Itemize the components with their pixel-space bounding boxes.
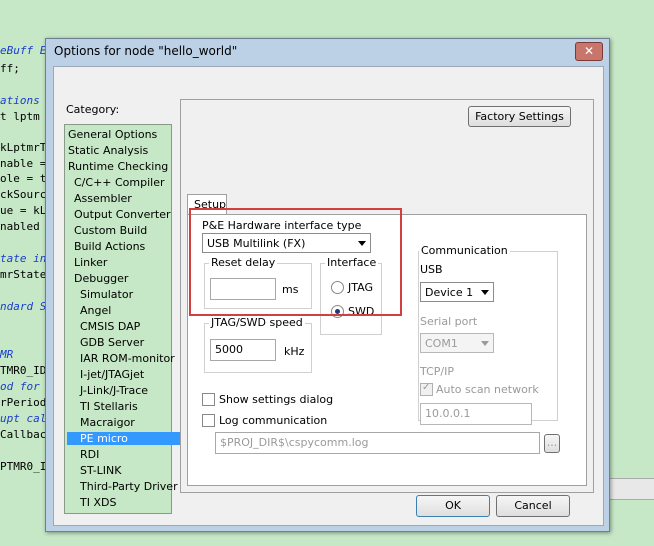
code-line: ole = t (0, 172, 47, 185)
checkmark-icon: ✓ (422, 382, 431, 393)
category-list[interactable]: General Options Static Analysis Runtime Ch… (64, 124, 180, 514)
code-line: nable = (0, 157, 47, 170)
device-select[interactable]: Device 1 (420, 282, 494, 302)
category-item[interactable]: Third-Party Driver (68, 480, 178, 493)
code-line: t lptm (0, 110, 40, 123)
chevron-down-icon (481, 341, 489, 346)
factory-settings-button[interactable]: Factory Settings (468, 106, 571, 127)
background-status-strip (606, 478, 654, 500)
code-line: kLptmrT (0, 141, 47, 154)
auto-scan-checkbox[interactable]: ✓ (420, 382, 433, 396)
category-item[interactable]: I-jet/JTAGjet (68, 368, 144, 381)
category-label: Category: (66, 103, 120, 116)
code-line: rPeriod (0, 396, 47, 409)
category-item[interactable]: Simulator (68, 288, 133, 301)
code-line: ndard S (0, 300, 47, 313)
category-item[interactable]: J-Link/J-Trace (68, 384, 148, 397)
category-item[interactable]: Custom Build (68, 224, 147, 237)
serial-port-label: Serial port (420, 315, 478, 328)
speed-label: JTAG/SWD speed (209, 316, 305, 329)
category-item[interactable]: Macraigor (68, 416, 135, 429)
speed-value: 5000 (215, 343, 243, 356)
browse-button[interactable]: ... (544, 434, 560, 453)
close-icon[interactable]: ✕ (575, 42, 603, 61)
category-item[interactable]: Debugger (68, 272, 128, 285)
category-item[interactable]: ST-LINK (68, 464, 121, 477)
show-settings-checkbox[interactable] (202, 393, 215, 406)
code-line: Callbac (0, 428, 47, 441)
code-line: upt cal (0, 412, 47, 425)
code-line: ations (0, 94, 40, 107)
tcpip-label: TCP/IP (420, 365, 454, 378)
category-item[interactable]: Linker (68, 256, 107, 269)
log-communication-checkbox[interactable] (202, 414, 215, 427)
log-communication-label: Log communication (219, 414, 328, 427)
category-item[interactable]: General Options (68, 128, 157, 141)
category-item[interactable]: Assembler (68, 192, 132, 205)
code-line: TMR0_ID (0, 364, 47, 377)
com-port-value: COM1 (425, 337, 458, 350)
device-value: Device 1 (425, 286, 474, 299)
category-item[interactable]: Static Analysis (68, 144, 148, 157)
code-line: MR (0, 348, 14, 361)
log-path-value: $PROJ_DIR$\cspycomm.log (220, 436, 369, 449)
code-line: ue = kL (0, 204, 47, 217)
category-item[interactable]: Runtime Checking (68, 160, 168, 173)
code-line: tate in (0, 252, 47, 265)
highlight-box (189, 208, 402, 316)
auto-scan-label: Auto scan network (436, 383, 539, 396)
category-item[interactable]: TI XDS (68, 496, 116, 509)
code-line: od for (0, 380, 40, 393)
speed-unit: kHz (284, 345, 305, 358)
ip-address-value: 10.0.0.1 (425, 407, 471, 420)
category-item[interactable]: GDB Server (68, 336, 144, 349)
code-line: mrState (0, 268, 47, 281)
chevron-down-icon (481, 290, 489, 295)
category-item[interactable]: CMSIS DAP (68, 320, 140, 333)
ok-button[interactable]: OK (416, 495, 490, 517)
speed-input[interactable]: 5000 (210, 339, 276, 361)
code-line: nabled (0, 220, 40, 233)
communication-label: Communication (419, 244, 510, 257)
code-line: ckSourc (0, 188, 47, 201)
code-line: PTMR0_I (0, 460, 47, 473)
category-item[interactable]: Output Converter (68, 208, 171, 221)
category-item[interactable]: PE micro (67, 432, 180, 445)
dialog-titlebar[interactable]: Options for node "hello_world" ✕ (46, 39, 609, 65)
log-path-input[interactable]: $PROJ_DIR$\cspycomm.log (215, 432, 540, 454)
dialog-title: Options for node "hello_world" (54, 44, 238, 58)
com-port-select[interactable]: COM1 (420, 333, 494, 353)
category-item[interactable]: TI Stellaris (68, 400, 138, 413)
category-item[interactable]: C/C++ Compiler (68, 176, 165, 189)
category-item[interactable]: Angel (68, 304, 111, 317)
ip-address-input[interactable]: 10.0.0.1 (420, 403, 532, 425)
category-item[interactable]: IAR ROM-monitor (68, 352, 175, 365)
cancel-button[interactable]: Cancel (496, 495, 570, 517)
category-item[interactable]: Build Actions (68, 240, 145, 253)
show-settings-label: Show settings dialog (219, 393, 334, 406)
code-line: ff; (0, 62, 20, 75)
category-item[interactable]: RDI (68, 448, 99, 461)
usb-label: USB (420, 263, 443, 276)
code-line: eBuff E (0, 44, 47, 57)
